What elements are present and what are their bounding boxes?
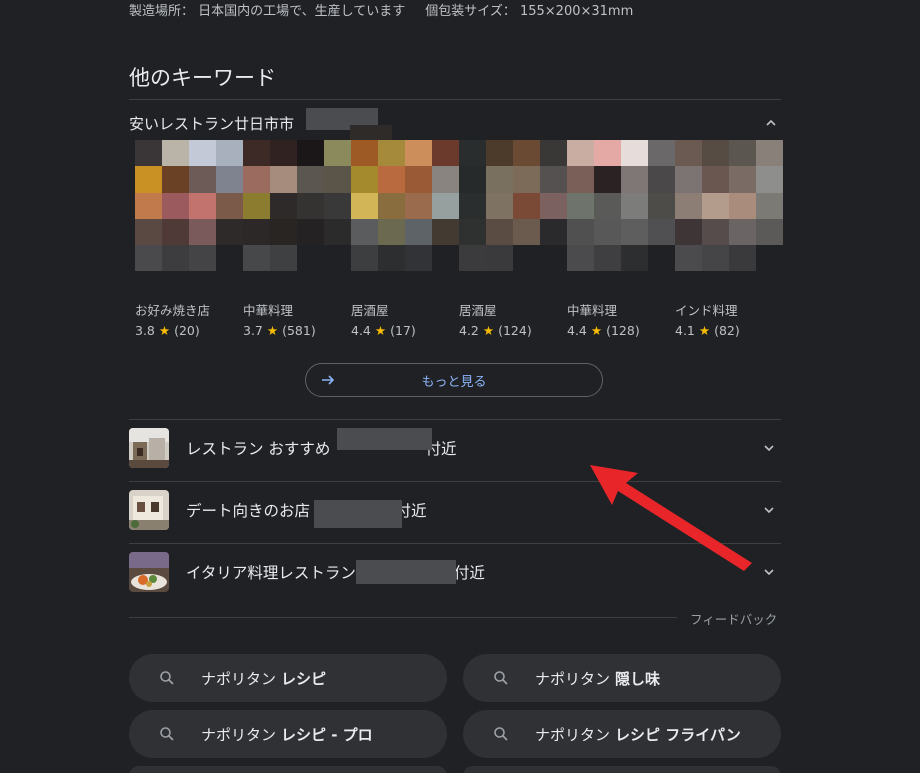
keyword-text: イタリア料理レストラン 付近 xyxy=(186,564,485,582)
redaction xyxy=(337,428,432,450)
star-icon: ★ xyxy=(266,323,279,338)
restaurant-rating: 3.7 ★ (581) xyxy=(243,323,316,338)
restaurant-card[interactable]: 居酒屋 4.4 ★ (17) xyxy=(351,140,459,338)
star-icon: ★ xyxy=(482,323,495,338)
restaurant-category: 居酒屋 xyxy=(459,303,497,318)
keyword-text: デート向きのお店 駅付近 xyxy=(186,502,427,520)
star-icon: ★ xyxy=(374,323,387,338)
restaurant-card[interactable]: 中華料理 4.4 ★ (128) xyxy=(567,140,675,338)
restaurant-category: インド料理 xyxy=(675,303,738,318)
product-info: 製造場所： 日本国内の工場で、生産しています 個包装サイズ： 155×200×31… xyxy=(129,0,634,19)
keyword-thumbnail xyxy=(129,552,169,592)
feedback-link[interactable]: フィードバック xyxy=(690,609,777,628)
redaction xyxy=(350,125,392,141)
related-search-pill[interactable] xyxy=(129,766,447,773)
chevron-down-icon[interactable] xyxy=(759,438,779,458)
restaurant-rating: 4.4 ★ (17) xyxy=(351,323,416,338)
restaurant-rating: 4.2 ★ (124) xyxy=(459,323,532,338)
related-search-pill[interactable] xyxy=(463,766,781,773)
restaurant-rating: 3.8 ★ (20) xyxy=(135,323,200,338)
restaurant-card[interactable]: インド料理 4.1 ★ (82) xyxy=(675,140,783,338)
restaurant-photo xyxy=(675,140,783,298)
divider xyxy=(129,99,781,100)
related-search-pill[interactable]: ナポリタン レシピ フライパン xyxy=(463,710,781,758)
category-header[interactable]: 安いレストラン廿日市市 xyxy=(129,112,781,134)
restaurant-photo xyxy=(351,140,459,298)
related-search-pill[interactable]: ナポリタン レシピ xyxy=(129,654,447,702)
divider xyxy=(129,617,677,618)
keyword-text: レストラン おすすめ 付近 xyxy=(186,440,457,458)
keyword-thumbnail xyxy=(129,490,169,530)
search-results-page: 製造場所： 日本国内の工場で、生産しています 個包装サイズ： 155×200×31… xyxy=(0,0,920,773)
keyword-thumbnail xyxy=(129,428,169,468)
search-icon xyxy=(494,671,508,685)
search-icon xyxy=(160,671,174,685)
star-icon: ★ xyxy=(590,323,603,338)
category-label: 安いレストラン廿日市市 xyxy=(129,114,295,133)
related-search-pill[interactable]: ナポリタン レシピ - プロ xyxy=(129,710,447,758)
restaurant-rating: 4.1 ★ (82) xyxy=(675,323,740,338)
chevron-down-icon[interactable] xyxy=(759,500,779,520)
more-button-label: もっと見る xyxy=(421,374,487,390)
restaurant-photo xyxy=(243,140,351,298)
chevron-up-icon[interactable] xyxy=(761,113,781,133)
restaurant-photo xyxy=(567,140,675,298)
restaurant-photo xyxy=(135,140,243,298)
size-label: 個包装サイズ： 155×200×31mm xyxy=(425,4,634,19)
section-title: 他のキーワード xyxy=(129,66,276,90)
restaurant-photo xyxy=(459,140,567,298)
more-button[interactable]: もっと見る xyxy=(305,363,603,397)
restaurant-category: 中華料理 xyxy=(243,303,294,318)
restaurant-card[interactable]: お好み焼き店 3.8 ★ (20) xyxy=(135,140,243,338)
restaurant-card[interactable]: 中華料理 3.7 ★ (581) xyxy=(243,140,351,338)
star-icon: ★ xyxy=(158,323,171,338)
arrow-right-icon xyxy=(322,375,335,385)
related-search-pill[interactable]: ナポリタン 隠し味 xyxy=(463,654,781,702)
star-icon: ★ xyxy=(698,323,711,338)
restaurant-category: お好み焼き店 xyxy=(135,303,211,318)
restaurant-card[interactable]: 居酒屋 4.2 ★ (124) xyxy=(459,140,567,338)
restaurant-category: 居酒屋 xyxy=(351,303,389,318)
restaurant-rating: 4.4 ★ (128) xyxy=(567,323,640,338)
chevron-down-icon[interactable] xyxy=(759,562,779,582)
search-icon xyxy=(160,727,174,741)
keyword-row[interactable]: レストラン おすすめ 付近 xyxy=(129,418,781,478)
redaction xyxy=(356,560,456,584)
origin-label: 製造場所： 日本国内の工場で、生産しています xyxy=(129,4,406,19)
restaurant-carousel: お好み焼き店 3.8 ★ (20) 中華料理 3.7 ★ (581) 居酒屋 4… xyxy=(135,140,783,340)
search-icon xyxy=(494,727,508,741)
keyword-row[interactable]: デート向きのお店 駅付近 xyxy=(129,480,781,540)
redaction xyxy=(314,500,402,528)
restaurant-category: 中華料理 xyxy=(567,303,618,318)
